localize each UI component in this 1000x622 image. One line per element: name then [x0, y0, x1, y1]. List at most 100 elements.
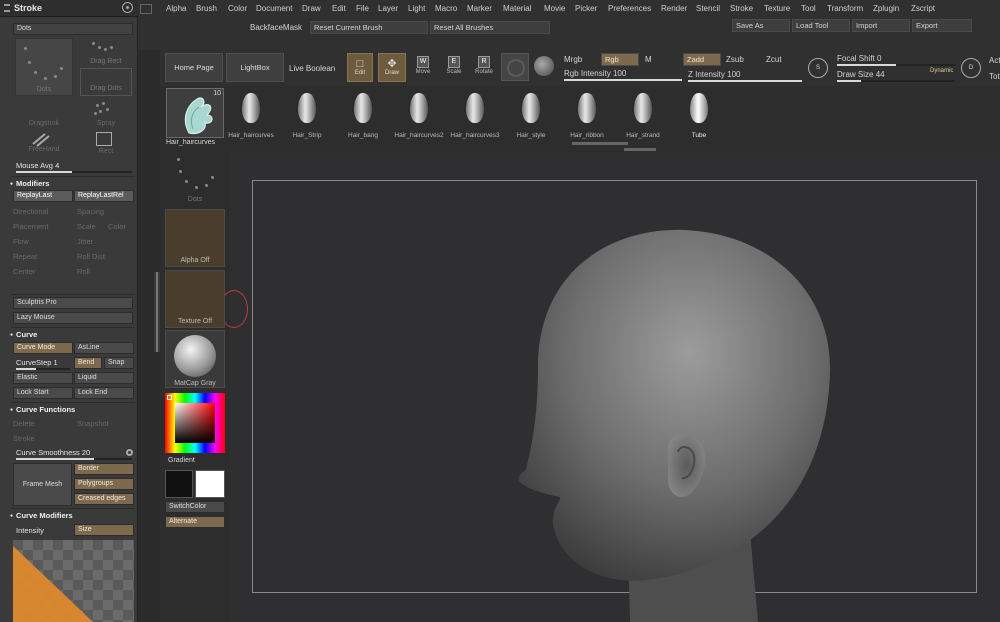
reset-current-brush-button[interactable]: Reset Current Brush: [310, 21, 428, 34]
modifiers-header[interactable]: Modifiers: [10, 179, 49, 188]
menu-file[interactable]: File: [356, 4, 369, 13]
live-boolean-toggle[interactable]: Live Boolean: [289, 64, 335, 73]
brush-item[interactable]: Hair_ribbon: [560, 88, 614, 144]
stroke-dots-icon[interactable]: Dots: [15, 38, 73, 96]
replay-last-rel-button[interactable]: ReplayLastRel: [74, 190, 134, 202]
curve-smoothness-slider[interactable]: [16, 458, 132, 460]
stroke-freehand-icon[interactable]: FreeHand: [15, 130, 73, 158]
curve-functions-header[interactable]: Curve Functions: [10, 405, 75, 414]
color-picker[interactable]: [165, 393, 225, 453]
replay-last-button[interactable]: ReplayLast: [13, 190, 73, 202]
spiral-icon[interactable]: [534, 56, 554, 76]
curve-step-slider[interactable]: [16, 368, 70, 370]
curve-header[interactable]: Curve: [10, 330, 37, 339]
current-brush-thumbnail[interactable]: 10: [166, 88, 224, 138]
scale-button[interactable]: E Scale: [442, 56, 466, 82]
zsub-toggle[interactable]: Zsub: [726, 55, 744, 64]
primary-color-swatch[interactable]: [195, 470, 225, 498]
menu-document[interactable]: Document: [256, 4, 292, 13]
load-tool-button[interactable]: Load Tool: [792, 19, 850, 32]
menu-picker[interactable]: Picker: [575, 4, 597, 13]
rgb-toggle[interactable]: Rgb: [601, 53, 639, 66]
rgb-intensity-slider[interactable]: [564, 79, 682, 81]
material-sphere-icon[interactable]: [501, 53, 529, 81]
menu-movie[interactable]: Movie: [544, 4, 565, 13]
tray-handle[interactable]: [154, 272, 160, 352]
color-picker-cursor[interactable]: [167, 395, 172, 400]
import-button[interactable]: Import: [852, 19, 910, 32]
edit-button[interactable]: □ Edit: [347, 53, 373, 82]
brush-item[interactable]: Hair_strand: [616, 88, 670, 144]
brush-item[interactable]: Hair_bang: [336, 88, 390, 144]
menu-transform[interactable]: Transform: [827, 4, 863, 13]
lightbox-button[interactable]: LightBox: [226, 53, 284, 82]
palette-title-bar[interactable]: Stroke: [0, 0, 138, 17]
menu-material[interactable]: Material: [503, 4, 531, 13]
zadd-toggle[interactable]: Zadd: [683, 53, 721, 66]
stroke-dragstrok-icon[interactable]: Dragstrok: [15, 100, 73, 130]
zcut-toggle[interactable]: Zcut: [766, 55, 782, 64]
home-page-button[interactable]: Home Page: [165, 53, 223, 82]
menu-toggle-icon[interactable]: [140, 4, 152, 14]
s-brush-icon[interactable]: S: [808, 58, 828, 78]
curve-graph[interactable]: [13, 540, 134, 622]
stroke-type-dropdown[interactable]: Dots: [13, 23, 133, 35]
menu-render[interactable]: Render: [661, 4, 687, 13]
stroke-spray-icon[interactable]: Spray: [80, 100, 132, 130]
stroke-rect-icon[interactable]: Rect: [80, 130, 132, 158]
mouse-avg-slider[interactable]: [16, 171, 132, 173]
menu-macro[interactable]: Macro: [435, 4, 457, 13]
brush-item[interactable]: Hair_Strip: [280, 88, 334, 144]
m-toggle[interactable]: M: [645, 55, 652, 64]
export-button[interactable]: Export: [912, 19, 972, 32]
save-as-button[interactable]: Save As: [732, 19, 790, 32]
pin-icon[interactable]: [122, 2, 133, 13]
stroke-preview[interactable]: Dots: [165, 152, 225, 206]
elastic-toggle[interactable]: Elastic: [13, 372, 73, 384]
backface-mask-toggle[interactable]: BackfaceMask: [250, 23, 302, 32]
brush-item[interactable]: Hair_haircurves: [224, 88, 278, 144]
alternate-toggle[interactable]: Alternate: [165, 516, 225, 528]
stroke-dragrect-icon[interactable]: Drag Rect: [80, 38, 132, 68]
move-button[interactable]: W Move: [411, 56, 435, 82]
menu-tool[interactable]: Tool: [801, 4, 816, 13]
secondary-color-swatch[interactable]: [165, 470, 193, 498]
menu-stencil[interactable]: Stencil: [696, 4, 720, 13]
menu-color[interactable]: Color: [228, 4, 247, 13]
draw-size-slider[interactable]: [837, 80, 955, 82]
menu-marker[interactable]: Marker: [467, 4, 492, 13]
menu-edit[interactable]: Edit: [332, 4, 346, 13]
menu-light[interactable]: Light: [408, 4, 425, 13]
bend-toggle[interactable]: Bend: [74, 357, 102, 369]
lock-start-toggle[interactable]: Lock Start: [13, 387, 73, 399]
menu-icon[interactable]: [4, 4, 10, 12]
gear-icon[interactable]: [126, 449, 133, 456]
sculptris-pro-toggle[interactable]: Sculptris Pro: [13, 297, 133, 309]
menu-alpha[interactable]: Alpha: [166, 4, 186, 13]
draw-button[interactable]: ✥ Draw: [378, 53, 406, 82]
mrgb-toggle[interactable]: Mrgb: [564, 55, 582, 64]
menu-zplugin[interactable]: Zplugin: [873, 4, 899, 13]
brush-item[interactable]: Tube: [672, 88, 726, 144]
dynamic-toggle[interactable]: Dynamic: [930, 68, 953, 74]
border-toggle[interactable]: Border: [74, 463, 134, 475]
lazy-mouse-toggle[interactable]: Lazy Mouse: [13, 312, 133, 324]
brush-strip-scrollbar-2[interactable]: [624, 148, 656, 151]
creased-edges-toggle[interactable]: Creased edges: [74, 493, 134, 505]
polygroups-toggle[interactable]: Polygroups: [74, 478, 134, 490]
menu-texture[interactable]: Texture: [764, 4, 790, 13]
color-picker-square[interactable]: [175, 403, 215, 443]
stroke-dragdots-icon[interactable]: Drag Dots: [80, 68, 132, 96]
d-brush-icon[interactable]: D: [961, 58, 981, 78]
menu-layer[interactable]: Layer: [378, 4, 398, 13]
menu-brush[interactable]: Brush: [196, 4, 217, 13]
menu-zscript[interactable]: Zscript: [911, 4, 935, 13]
canvas-viewport[interactable]: [220, 152, 1000, 622]
size-toggle[interactable]: Size: [74, 524, 134, 536]
curve-mode-toggle[interactable]: Curve Mode: [13, 342, 73, 354]
brush-item[interactable]: Hair_style: [504, 88, 558, 144]
focal-shift-slider[interactable]: [837, 64, 955, 66]
curve-modifiers-header[interactable]: Curve Modifiers: [10, 511, 73, 520]
brush-strip-scrollbar[interactable]: [572, 142, 628, 145]
gradient-label[interactable]: Gradient: [168, 457, 195, 464]
